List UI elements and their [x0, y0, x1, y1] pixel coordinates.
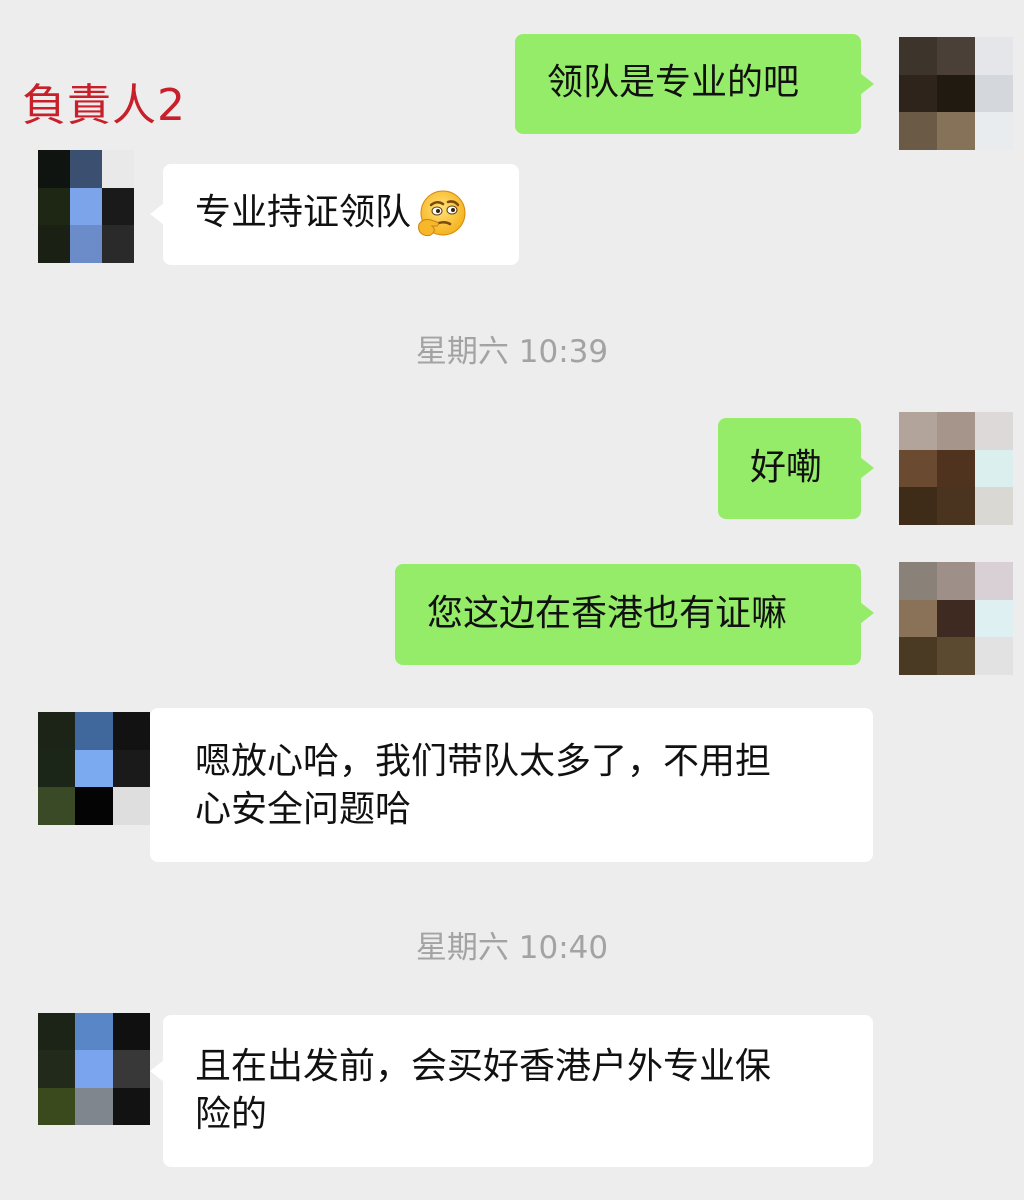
avatar-pixel: [937, 562, 975, 600]
message-bubble-incoming[interactable]: 专业持证领队: [163, 164, 519, 265]
avatar-pixel: [70, 150, 102, 188]
message-text: 专业持证领队: [195, 192, 412, 233]
avatar-pixel: [38, 225, 70, 263]
avatar-pixel: [937, 637, 975, 675]
avatar-pixel: [899, 74, 937, 113]
avatar-pixel: [38, 187, 70, 226]
bubble-tail: [150, 1060, 164, 1082]
avatar-pixel: [937, 37, 975, 75]
avatar-pixel: [112, 787, 150, 825]
message-bubble-incoming[interactable]: 嗯放心哈，我们带队太多了，不用担 心安全问题哈: [150, 708, 873, 862]
avatar-pixel: [937, 74, 975, 113]
avatar-pixel: [102, 225, 134, 263]
avatar-pixel: [899, 37, 937, 75]
avatar[interactable]: [899, 37, 1013, 150]
message-text-line: 且在出发前，会买好香港户外专业保: [195, 1046, 772, 1087]
avatar-pixel: [38, 150, 70, 188]
timestamp: 星期六 10:39: [415, 334, 609, 370]
avatar-pixel: [899, 412, 937, 450]
message-text-line: 嗯放心哈，我们带队太多了，不用担: [195, 741, 772, 782]
bubble-tail: [860, 602, 874, 624]
avatar[interactable]: [38, 1013, 150, 1125]
avatar-pixel: [70, 225, 102, 263]
avatar-pixel: [38, 749, 76, 788]
message-text: 您这边在香港也有证嘛: [427, 593, 788, 634]
avatar-pixel: [899, 599, 937, 638]
bubble-tail: [150, 203, 164, 225]
bubble-tail: [860, 73, 874, 95]
avatar-pixel: [899, 637, 937, 675]
avatar-pixel: [937, 412, 975, 450]
thinking-face-emoji: [418, 190, 466, 237]
message-bubble-outgoing[interactable]: 领队是专业的吧: [515, 34, 861, 134]
avatar-pixel: [70, 187, 102, 226]
avatar-pixel: [899, 112, 937, 150]
avatar-pixel: [38, 1087, 76, 1125]
message-bubble-outgoing[interactable]: 好嘞: [718, 418, 861, 519]
avatar-pixel: [937, 449, 975, 488]
avatar-pixel: [975, 599, 1013, 638]
avatar-pixel: [102, 150, 134, 188]
avatar-pixel: [38, 787, 76, 825]
avatar-pixel: [75, 749, 113, 788]
avatar-pixel: [975, 112, 1013, 150]
avatar-pixel: [899, 562, 937, 600]
bubble-tail: [860, 457, 874, 479]
avatar-pixel: [975, 449, 1013, 488]
avatar-pixel: [975, 37, 1013, 75]
avatar[interactable]: [38, 150, 134, 263]
avatar-pixel: [38, 1050, 76, 1088]
avatar-pixel: [75, 1013, 113, 1051]
avatar-pixel: [975, 487, 1013, 525]
avatar-pixel: [937, 599, 975, 638]
message-text: 领队是专业的吧: [547, 62, 800, 103]
message-bubble-incoming[interactable]: 且在出发前，会买好香港户外专业保 险的: [163, 1015, 873, 1167]
avatar-pixel: [75, 787, 113, 825]
avatar-pixel: [975, 637, 1013, 675]
avatar-pixel: [975, 412, 1013, 450]
avatar-pixel: [112, 749, 150, 788]
avatar-pixel: [38, 1013, 76, 1051]
avatar[interactable]: [899, 562, 1013, 675]
message-bubble-outgoing[interactable]: 您这边在香港也有证嘛: [395, 564, 861, 665]
message-text: 好嘞: [750, 447, 823, 488]
avatar-pixel: [975, 74, 1013, 113]
avatar[interactable]: [899, 412, 1013, 525]
annotation-label: 負責人2: [22, 80, 186, 131]
avatar-pixel: [899, 487, 937, 525]
avatar-pixel: [975, 562, 1013, 600]
avatar-pixel: [112, 1050, 150, 1088]
avatar-pixel: [112, 1013, 150, 1051]
message-text-line: 心安全问题哈: [195, 789, 412, 830]
avatar-pixel: [899, 449, 937, 488]
avatar-pixel: [112, 1087, 150, 1125]
avatar-pixel: [75, 1050, 113, 1088]
avatar-pixel: [112, 712, 150, 750]
avatar-pixel: [38, 712, 76, 750]
avatar-pixel: [102, 187, 134, 226]
avatar-pixel: [937, 487, 975, 525]
avatar[interactable]: [38, 712, 150, 825]
avatar-pixel: [937, 112, 975, 150]
avatar-pixel: [75, 1087, 113, 1125]
message-text-line: 险的: [195, 1094, 268, 1135]
avatar-pixel: [75, 712, 113, 750]
timestamp: 星期六 10:40: [415, 930, 609, 966]
